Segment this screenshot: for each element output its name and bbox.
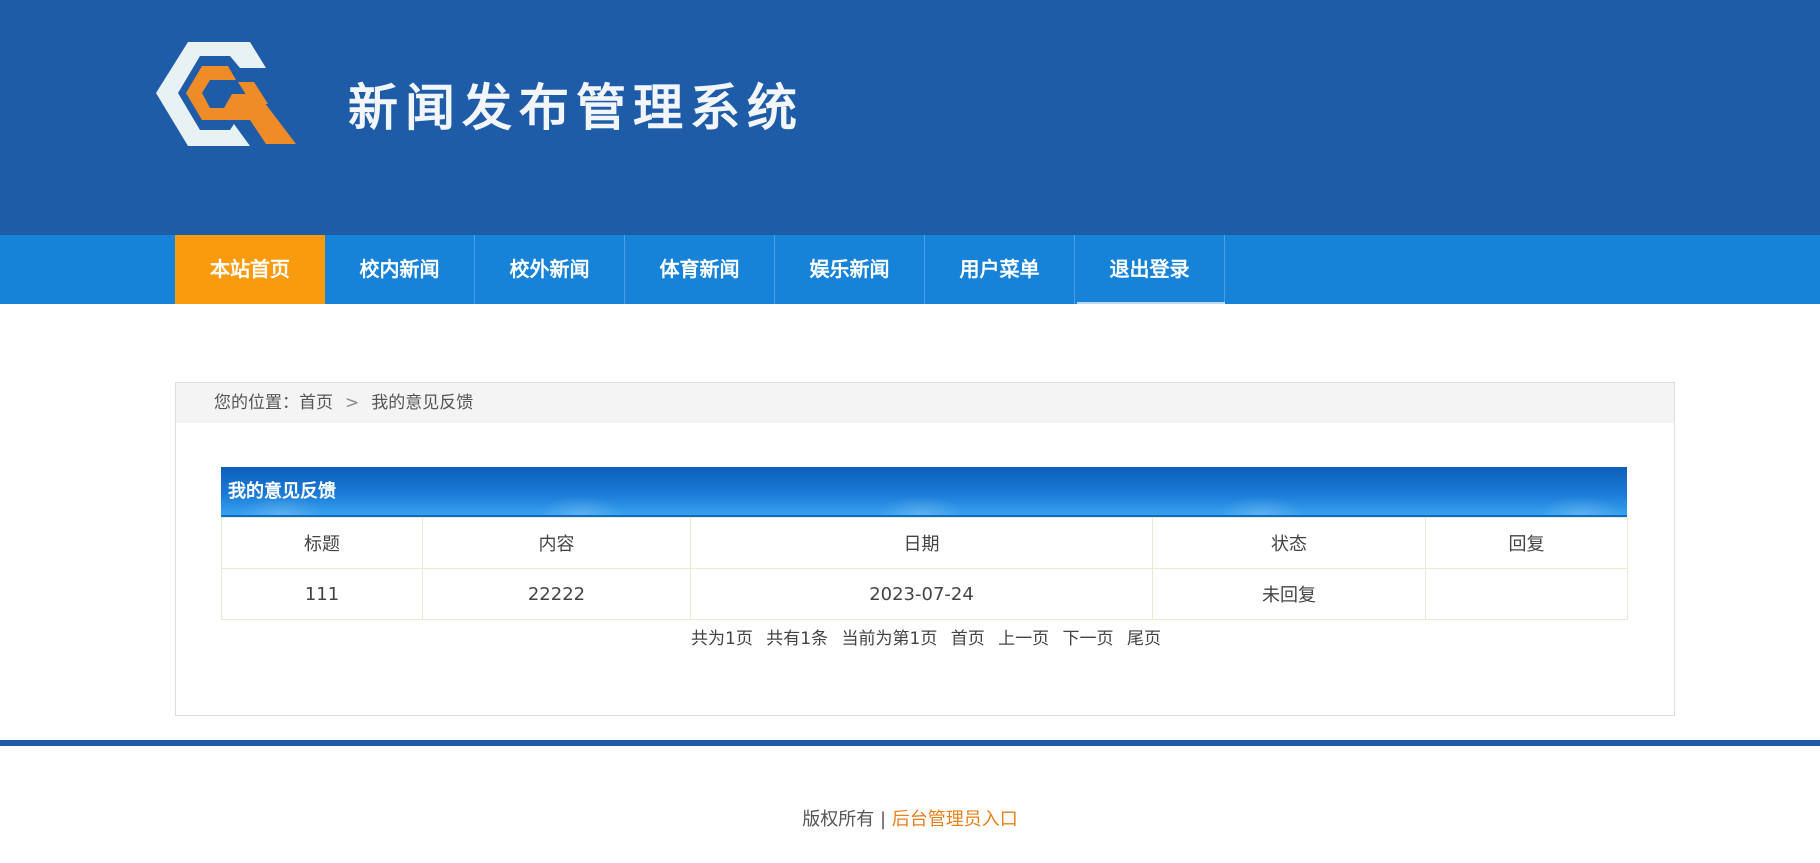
pager-current-page: 当前为第1页 (841, 629, 938, 649)
table-row: 111 22222 2023-07-24 未回复 (221, 568, 1628, 620)
site-title: 新闻发布管理系统 (348, 79, 804, 137)
column-header-content: 内容 (422, 517, 691, 569)
nav-item-entertainment-news[interactable]: 娱乐新闻 (775, 235, 925, 304)
footer-divider (0, 740, 1820, 746)
nav-item-user-menu[interactable]: 用户菜单 (925, 235, 1075, 304)
admin-entry-link[interactable]: 后台管理员入口 (892, 809, 1018, 830)
pager-first-link[interactable]: 首页 (951, 629, 985, 649)
cell-status: 未回复 (1152, 568, 1426, 620)
column-header-status: 状态 (1152, 517, 1426, 569)
cell-date: 2023-07-24 (690, 568, 1153, 620)
column-header-reply: 回复 (1425, 517, 1628, 569)
nav-underline (1077, 302, 1225, 304)
column-header-title: 标题 (221, 517, 423, 569)
pager-total-pages: 共为1页 (691, 629, 753, 649)
hexagon-g-logo-icon (156, 42, 296, 146)
chevron-right-icon: > (345, 393, 360, 413)
panel-title: 我的意见反馈 (221, 467, 1627, 517)
feedback-table: 标题 内容 日期 状态 回复 111 22222 2023-07-24 未回复 (221, 517, 1628, 620)
breadcrumb-current: 我的意见反馈 (371, 393, 474, 413)
site-header: 新闻发布管理系统 (0, 0, 1820, 235)
pager-prev-link[interactable]: 上一页 (998, 629, 1049, 649)
column-header-date: 日期 (690, 517, 1153, 569)
main-nav: 本站首页 校内新闻 校外新闻 体育新闻 娱乐新闻 用户菜单 退出登录 (0, 235, 1820, 304)
copyright-text: 版权所有 | (802, 809, 892, 830)
table-header-row: 标题 内容 日期 状态 回复 (221, 517, 1628, 569)
nav-item-sports-news[interactable]: 体育新闻 (625, 235, 775, 304)
pager-next-link[interactable]: 下一页 (1063, 629, 1114, 649)
breadcrumb-home-link[interactable]: 首页 (299, 393, 333, 413)
nav-item-campus-news[interactable]: 校内新闻 (325, 235, 475, 304)
feedback-panel: 我的意见反馈 标题 内容 日期 状态 回复 111 22222 2023-07-… (221, 467, 1628, 620)
content-box: 您的位置：首页 > 我的意见反馈 我的意见反馈 标题 内容 日期 状态 回复 1… (175, 382, 1675, 716)
breadcrumb: 您的位置：首页 > 我的意见反馈 (176, 383, 1674, 423)
pager-last-link[interactable]: 尾页 (1127, 629, 1161, 649)
pager-total-items: 共有1条 (766, 629, 829, 649)
nav-item-external-news[interactable]: 校外新闻 (475, 235, 625, 304)
pagination: 共为1页 共有1条 当前为第1页 首页 上一页 下一页 尾页 (176, 624, 1676, 649)
breadcrumb-prefix: 您的位置： (214, 393, 299, 413)
nav-item-logout[interactable]: 退出登录 (1075, 235, 1225, 304)
cell-content: 22222 (422, 568, 691, 620)
cell-title: 111 (221, 568, 423, 620)
site-footer: 版权所有 | 后台管理员入口 (0, 805, 1820, 831)
nav-item-home[interactable]: 本站首页 (175, 235, 325, 304)
cell-reply (1425, 568, 1628, 620)
